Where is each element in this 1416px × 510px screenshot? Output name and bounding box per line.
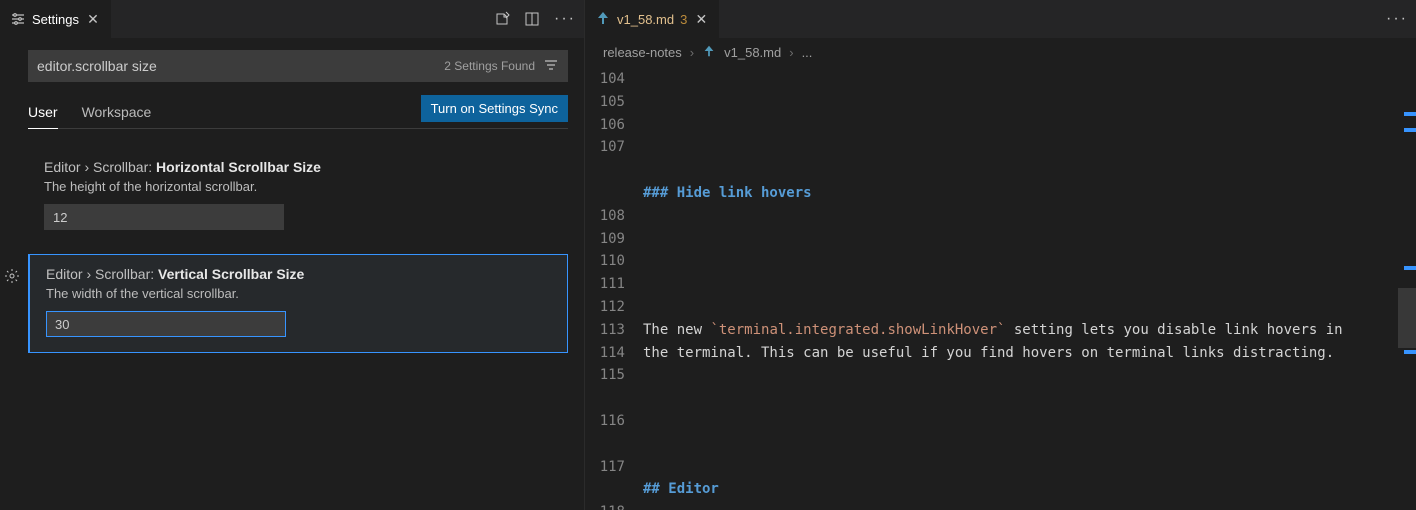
setting-description: The height of the horizontal scrollbar. xyxy=(44,179,552,194)
more-actions-icon[interactable]: ··· xyxy=(1386,10,1408,28)
markdown-file-icon xyxy=(595,10,611,29)
more-actions-icon[interactable]: ··· xyxy=(554,10,576,28)
breadcrumb[interactable]: release-notes › v1_58.md › ... xyxy=(585,38,1416,66)
gear-icon[interactable] xyxy=(4,268,20,287)
settings-search-input[interactable] xyxy=(37,58,444,74)
scrollbar-overview[interactable] xyxy=(1398,66,1416,510)
setting-title: Editor › Scrollbar: Vertical Scrollbar S… xyxy=(46,266,552,282)
tab-settings-label: Settings xyxy=(32,12,79,27)
scope-tab-user[interactable]: User xyxy=(28,96,58,129)
open-json-icon[interactable] xyxy=(494,11,510,27)
filter-icon[interactable] xyxy=(543,57,559,76)
setting-input-vertical[interactable] xyxy=(46,311,286,337)
settings-menu-icon xyxy=(10,11,26,27)
settings-scope-row: User Workspace Turn on Settings Sync xyxy=(28,96,568,129)
chevron-right-icon: › xyxy=(690,45,694,60)
settings-search-status: 2 Settings Found xyxy=(444,59,535,73)
tab-file-modified-count: 3 xyxy=(680,12,687,27)
code-content[interactable]: ### Hide link hovers The new `terminal.i… xyxy=(643,66,1416,510)
breadcrumb-trail[interactable]: ... xyxy=(802,45,813,60)
breadcrumb-file[interactable]: v1_58.md xyxy=(724,45,781,60)
editor-pane: v1_58.md 3 ✕ ··· release-notes › v1_58.m… xyxy=(585,0,1416,510)
settings-body: 2 Settings Found User Workspace Turn on … xyxy=(0,38,584,361)
settings-list: Editor › Scrollbar: Horizontal Scrollbar… xyxy=(28,147,568,361)
setting-description: The width of the vertical scrollbar. xyxy=(46,286,552,301)
editor-area[interactable]: 1041051061071081091101111121131141151161… xyxy=(585,66,1416,510)
scope-tab-workspace[interactable]: Workspace xyxy=(82,96,152,128)
settings-sync-button[interactable]: Turn on Settings Sync xyxy=(421,95,568,122)
settings-pane: Settings ✕ ··· 2 Settings Found xyxy=(0,0,585,510)
right-tab-actions: ··· xyxy=(1386,10,1408,28)
close-icon[interactable]: ✕ xyxy=(85,11,101,28)
setting-input-horizontal[interactable] xyxy=(44,204,284,230)
close-icon[interactable]: ✕ xyxy=(693,11,709,28)
line-number-gutter: 1041051061071081091101111121131141151161… xyxy=(585,66,643,510)
scrollbar-thumb[interactable] xyxy=(1398,288,1416,348)
tab-file[interactable]: v1_58.md 3 ✕ xyxy=(585,0,720,38)
setting-item-horizontal-scrollbar-size[interactable]: Editor › Scrollbar: Horizontal Scrollbar… xyxy=(28,147,568,246)
setting-item-vertical-scrollbar-size[interactable]: Editor › Scrollbar: Vertical Scrollbar S… xyxy=(28,254,568,353)
right-tabbar: v1_58.md 3 ✕ ··· xyxy=(585,0,1416,38)
settings-search-row: 2 Settings Found xyxy=(28,50,568,82)
tab-settings[interactable]: Settings ✕ xyxy=(0,0,112,38)
left-tabbar: Settings ✕ ··· xyxy=(0,0,584,38)
setting-title: Editor › Scrollbar: Horizontal Scrollbar… xyxy=(44,159,552,175)
markdown-file-icon xyxy=(702,44,716,61)
chevron-right-icon: › xyxy=(789,45,793,60)
tab-file-label: v1_58.md xyxy=(617,12,674,27)
breadcrumb-folder[interactable]: release-notes xyxy=(603,45,682,60)
split-editor-icon[interactable] xyxy=(524,11,540,27)
left-tab-actions: ··· xyxy=(494,10,576,28)
